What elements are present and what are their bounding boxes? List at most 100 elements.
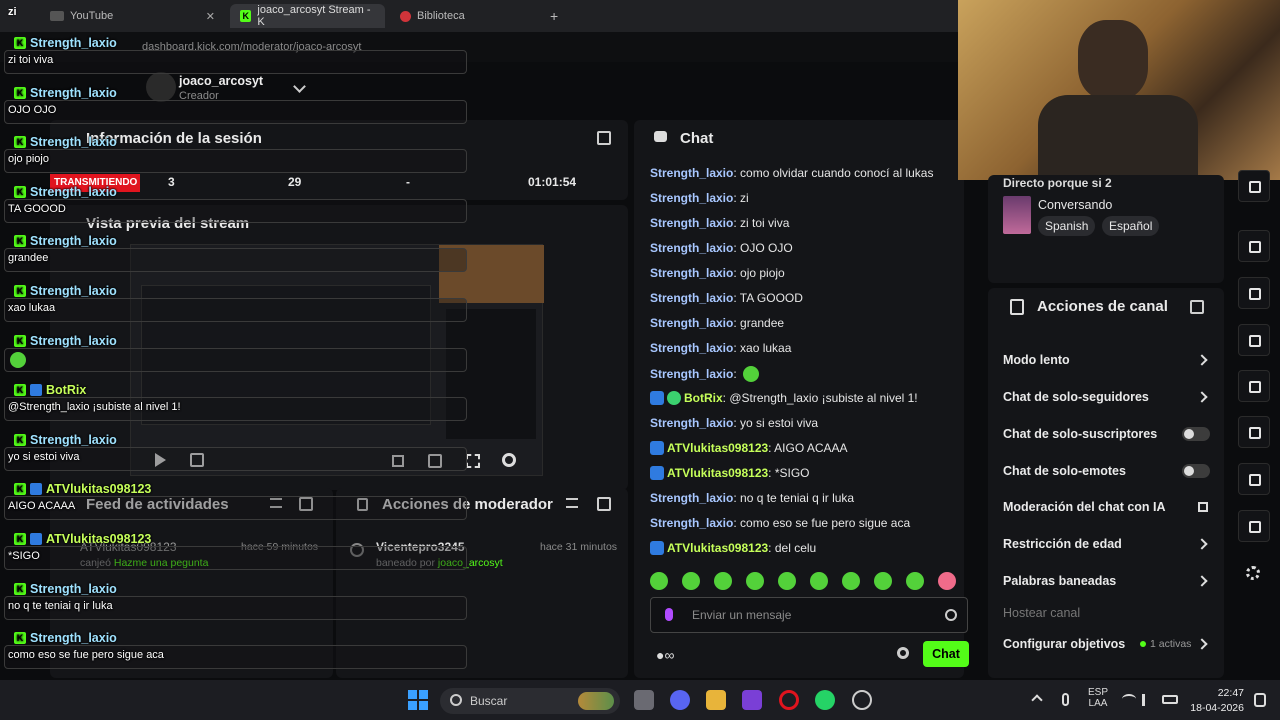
battery-icon[interactable] bbox=[1162, 695, 1178, 704]
kick-badge-icon: K bbox=[14, 86, 26, 99]
kick-badge-icon: K bbox=[14, 582, 26, 595]
chat-username[interactable]: Strength_laxio bbox=[650, 341, 733, 355]
chat-username[interactable]: Strength_laxio bbox=[650, 516, 733, 530]
action-goals[interactable]: Configurar objetivos bbox=[1003, 637, 1125, 651]
popout-icon[interactable] bbox=[1190, 300, 1204, 314]
goals-active-count: 1 activas bbox=[1150, 638, 1192, 650]
chat-username[interactable]: ATVlukitas098123 bbox=[667, 541, 768, 555]
obs-icon[interactable] bbox=[852, 690, 872, 710]
chat-message: BotRix: @Strength_laxio ¡subiste al nive… bbox=[650, 391, 918, 405]
chat-username[interactable]: Strength_laxio bbox=[650, 491, 733, 505]
clipchamp-icon[interactable] bbox=[742, 690, 762, 710]
chat-username[interactable]: ATVlukitas098123 bbox=[667, 466, 768, 480]
active-dot-icon bbox=[1140, 641, 1146, 647]
popout-icon[interactable] bbox=[597, 497, 611, 511]
kick-badge-icon: K bbox=[14, 334, 26, 347]
emoji-icon[interactable] bbox=[945, 609, 957, 621]
action-age-restriction[interactable]: Restricción de edad bbox=[1003, 537, 1122, 551]
notification-bell-icon[interactable] bbox=[1254, 693, 1266, 707]
discord-icon[interactable] bbox=[670, 690, 690, 710]
wifi-icon[interactable] bbox=[1122, 694, 1136, 704]
taskbar-search[interactable]: Buscar bbox=[440, 688, 620, 714]
points-icon[interactable]: ●∞ bbox=[656, 647, 674, 663]
chat-username[interactable]: Strength_laxio bbox=[650, 166, 733, 180]
tab-youtube[interactable]: YouTube ✕ bbox=[40, 4, 225, 28]
new-tab-button[interactable]: + bbox=[550, 8, 558, 24]
webcam-person-head bbox=[1078, 20, 1148, 100]
edit-stream-button[interactable] bbox=[1238, 170, 1270, 202]
tools-button[interactable] bbox=[1238, 510, 1270, 542]
action-slow-mode[interactable]: Modo lento bbox=[1003, 353, 1070, 367]
volume-icon[interactable] bbox=[1142, 694, 1154, 706]
whatsapp-icon[interactable] bbox=[815, 690, 835, 710]
file-explorer-icon[interactable] bbox=[706, 690, 726, 710]
task-view-icon[interactable] bbox=[634, 690, 654, 710]
toggle-emotes-only[interactable] bbox=[1182, 464, 1210, 478]
chat-message: ATVlukitas098123: *SIGO bbox=[650, 466, 810, 480]
clock[interactable]: 22:47 bbox=[1208, 687, 1244, 699]
overlay-username: Strength_laxio bbox=[30, 284, 117, 298]
microphone-icon[interactable] bbox=[1062, 693, 1069, 706]
microphone-icon[interactable] bbox=[665, 608, 673, 621]
tab-biblioteca[interactable]: Biblioteca bbox=[390, 4, 540, 28]
broadcast-button[interactable] bbox=[1238, 416, 1270, 448]
chat-input[interactable]: Enviar un mensaje bbox=[650, 597, 968, 633]
chat-username[interactable]: Strength_laxio bbox=[650, 216, 733, 230]
settings-gear-icon[interactable] bbox=[502, 453, 516, 467]
emote-icon[interactable] bbox=[778, 572, 796, 590]
quick-action-button[interactable] bbox=[1238, 277, 1270, 309]
chat-button[interactable] bbox=[1238, 370, 1270, 402]
chat-username[interactable]: Strength_laxio bbox=[650, 266, 733, 280]
chevron-down-icon[interactable] bbox=[293, 80, 306, 93]
scan-button[interactable] bbox=[1238, 230, 1270, 262]
category-thumbnail[interactable] bbox=[1003, 196, 1031, 234]
emote-icon[interactable] bbox=[682, 572, 700, 590]
input-language[interactable]: ESP LAA bbox=[1088, 687, 1108, 709]
close-icon[interactable]: ✕ bbox=[206, 10, 215, 23]
more-apps-icon[interactable] bbox=[1246, 566, 1260, 580]
chat-username[interactable]: BotRix bbox=[684, 391, 723, 405]
emote-icon[interactable] bbox=[874, 572, 892, 590]
chat-username[interactable]: Strength_laxio bbox=[650, 367, 733, 381]
chat-text: : no q te teniai q ir luka bbox=[733, 491, 855, 505]
avatar[interactable] bbox=[146, 72, 176, 102]
filter-icon[interactable] bbox=[566, 498, 578, 508]
emote-icon[interactable] bbox=[938, 572, 956, 590]
overlay-username-row: K Strength_laxio bbox=[14, 34, 117, 52]
popout-icon[interactable] bbox=[597, 131, 611, 145]
windows-start-icon[interactable] bbox=[408, 690, 428, 710]
tag-spanish[interactable]: Spanish bbox=[1038, 216, 1096, 236]
tag-espanol[interactable]: Español bbox=[1102, 216, 1160, 236]
chat-username[interactable]: ATVlukitas098123 bbox=[667, 441, 768, 455]
emote-icon bbox=[742, 366, 759, 382]
overlay-message-text: grandee bbox=[8, 252, 49, 265]
notes-button[interactable] bbox=[1238, 324, 1270, 356]
layout-button[interactable] bbox=[1238, 463, 1270, 495]
chat-username[interactable]: Strength_laxio bbox=[650, 416, 733, 430]
chat-username[interactable]: Strength_laxio bbox=[650, 191, 733, 205]
chat-username[interactable]: Strength_laxio bbox=[650, 316, 733, 330]
emote-icon[interactable] bbox=[746, 572, 764, 590]
overlay-username-row: K Strength_laxio bbox=[14, 133, 117, 151]
action-followers-only[interactable]: Chat de solo-seguidores bbox=[1003, 390, 1149, 404]
stream-category[interactable]: Conversando bbox=[1038, 198, 1112, 212]
chat-username[interactable]: Strength_laxio bbox=[650, 291, 733, 305]
action-ai-moderation[interactable]: Moderación del chat con IA bbox=[1003, 500, 1166, 514]
action-banned-words[interactable]: Palabras baneadas bbox=[1003, 574, 1116, 588]
kick-badge-icon: K bbox=[14, 483, 26, 496]
chat-username[interactable]: Strength_laxio bbox=[650, 241, 733, 255]
chat-settings-icon[interactable] bbox=[897, 647, 909, 659]
tab-kick-stream[interactable]: K joaco_arcosyt Stream - K bbox=[230, 4, 385, 28]
emote-icon[interactable] bbox=[810, 572, 828, 590]
emote-icon[interactable] bbox=[842, 572, 860, 590]
toggle-subscribers-only[interactable] bbox=[1182, 427, 1210, 441]
emote-icon[interactable] bbox=[906, 572, 924, 590]
opera-gx-icon[interactable] bbox=[779, 690, 799, 710]
external-link-icon[interactable] bbox=[1198, 502, 1208, 512]
chat-send-button[interactable]: Chat bbox=[923, 641, 969, 667]
sliders-icon bbox=[1010, 299, 1024, 315]
overlay-username: Strength_laxio bbox=[30, 631, 117, 646]
emote-icon[interactable] bbox=[714, 572, 732, 590]
emote-icon[interactable] bbox=[650, 572, 668, 590]
fullscreen-icon[interactable] bbox=[466, 454, 480, 468]
